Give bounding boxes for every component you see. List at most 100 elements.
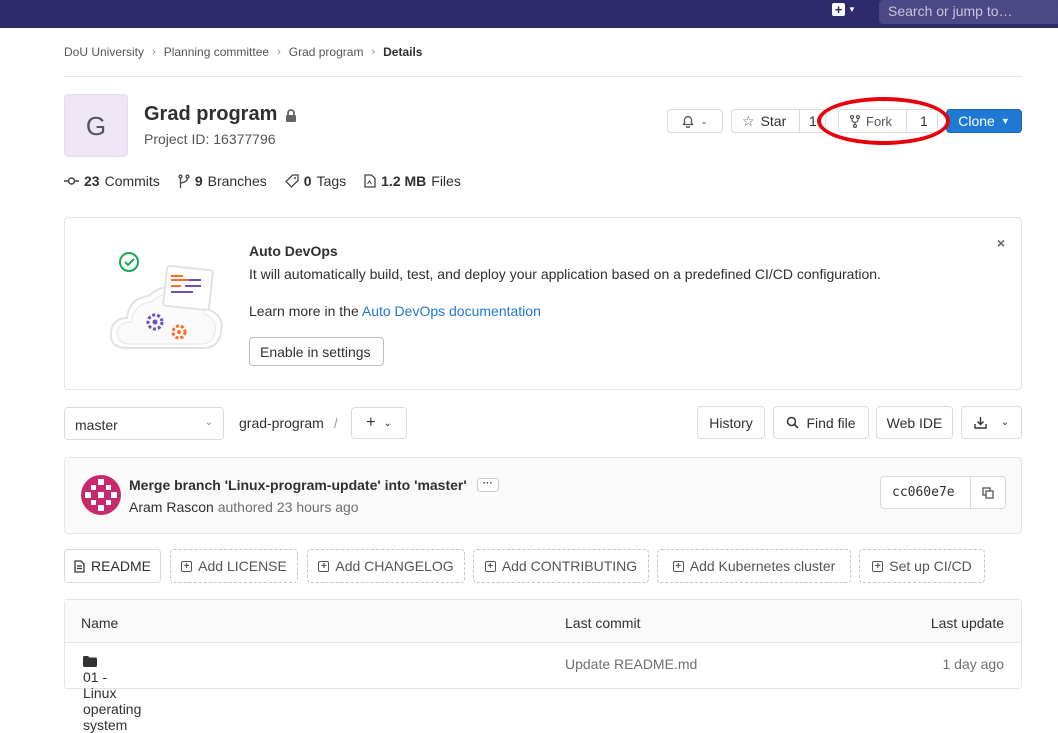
- add-contributing-button[interactable]: + Add CONTRIBUTING: [473, 549, 649, 583]
- devops-illustration: [109, 252, 223, 349]
- tags-count: 0: [303, 173, 312, 189]
- history-button[interactable]: History: [697, 406, 765, 439]
- banner-learn-more: Learn more in the Auto DevOps documentat…: [249, 303, 541, 319]
- plus-icon: +: [832, 3, 845, 16]
- commits-label: Commits: [104, 173, 160, 189]
- last-update-cell: 1 day ago: [942, 656, 1005, 672]
- plus-square-icon: +: [181, 560, 193, 572]
- bell-icon: [682, 115, 694, 128]
- banner-description: It will automatically build, test, and d…: [249, 266, 881, 282]
- breadcrumb-item[interactable]: Grad program: [289, 45, 364, 59]
- breadcrumb-current[interactable]: Details: [383, 45, 422, 59]
- enable-in-settings-button[interactable]: Enable in settings: [249, 337, 384, 366]
- path-separator: /: [333, 415, 338, 431]
- chevron-right-icon: ›: [371, 46, 376, 58]
- add-kubernetes-label: Add Kubernetes cluster: [689, 558, 836, 574]
- expand-commit-button[interactable]: ···: [476, 478, 499, 492]
- chevron-down-icon: ⌄: [1000, 417, 1010, 428]
- add-kubernetes-cluster-button[interactable]: + Add Kubernetes cluster: [657, 549, 851, 583]
- star-label: Star: [760, 113, 787, 129]
- commit-author-line: Aram Rascon authored 23 hours ago: [129, 499, 359, 515]
- star-button[interactable]: ☆ Star 1: [731, 109, 826, 133]
- download-button[interactable]: ⌄: [961, 406, 1022, 439]
- copy-icon: [982, 486, 994, 499]
- add-to-tree-button[interactable]: + ⌄: [351, 407, 407, 439]
- copy-sha-button[interactable]: [971, 477, 1005, 508]
- table-row[interactable]: 01 - Linux operating system Update READM…: [65, 643, 1021, 733]
- search-icon: [787, 416, 800, 429]
- readme-button[interactable]: README: [64, 549, 161, 583]
- tags-label: Tags: [316, 173, 347, 189]
- column-header-last-commit: Last commit: [565, 615, 641, 631]
- chevron-down-icon: ▼: [1000, 116, 1010, 126]
- commit-time: authored 23 hours ago: [213, 499, 359, 515]
- plus-square-icon: +: [484, 560, 496, 572]
- star-count[interactable]: 1: [800, 113, 817, 129]
- column-header-name: Name: [81, 615, 119, 631]
- repo-path-root[interactable]: grad-program: [239, 415, 324, 431]
- find-file-button[interactable]: Find file: [773, 406, 869, 439]
- commit-sha[interactable]: cc060e7e: [881, 477, 971, 508]
- tags-stat[interactable]: 0 Tags: [284, 173, 347, 189]
- add-changelog-button[interactable]: + Add CHANGELOG: [307, 549, 465, 583]
- close-icon[interactable]: ×: [997, 235, 1005, 251]
- commit-author[interactable]: Aram Rascon: [129, 499, 214, 515]
- breadcrumb: DoU University › Planning committee › Gr…: [64, 45, 422, 59]
- files-stat[interactable]: 1.2 MB Files: [364, 173, 461, 189]
- folder-name: 01 - Linux operating system: [83, 669, 142, 733]
- breadcrumb-item[interactable]: DoU University: [64, 45, 144, 59]
- fork-icon: [850, 114, 860, 128]
- add-license-label: Add LICENSE: [198, 558, 287, 574]
- star-icon: ☆: [742, 112, 755, 129]
- auto-devops-docs-link[interactable]: Auto DevOps documentation: [362, 303, 541, 319]
- clone-button[interactable]: Clone ▼: [946, 109, 1022, 133]
- learn-more-prefix: Learn more in the: [249, 303, 362, 319]
- chevron-down-icon: ▼: [848, 5, 856, 14]
- breadcrumb-item[interactable]: Planning committee: [164, 45, 269, 59]
- chevron-right-icon: ›: [152, 46, 156, 58]
- setup-cicd-button[interactable]: + Set up CI/CD: [859, 549, 985, 583]
- file-name-cell[interactable]: 01 - Linux operating system: [83, 656, 141, 733]
- add-contributing-label: Add CONTRIBUTING: [501, 558, 638, 574]
- branch-icon: [178, 174, 190, 188]
- add-license-button[interactable]: + Add LICENSE: [170, 549, 298, 583]
- setup-cicd-label: Set up CI/CD: [889, 558, 972, 574]
- files-label: Files: [431, 173, 461, 189]
- last-commit-cell[interactable]: Update README.md: [565, 656, 697, 672]
- auto-devops-banner: Auto DevOps It will automatically build,…: [64, 217, 1022, 390]
- page-title: Grad program: [144, 103, 297, 126]
- history-label: History: [709, 414, 753, 431]
- chevron-down-icon: ⌄: [204, 417, 213, 428]
- new-item-dropdown[interactable]: + ▼: [832, 3, 856, 16]
- plus-square-icon: +: [672, 560, 684, 572]
- banner-title: Auto DevOps: [249, 243, 338, 259]
- file-icon: [74, 559, 85, 573]
- plus-square-icon: +: [318, 560, 330, 572]
- fork-button[interactable]: Fork 1: [838, 109, 938, 133]
- search-input[interactable]: Search or jump to…: [879, 0, 1058, 24]
- tag-icon: [284, 174, 299, 188]
- top-navbar: + ▼ Search or jump to…: [0, 0, 1058, 28]
- commits-stat[interactable]: 23 Commits: [64, 173, 160, 189]
- branch-selector[interactable]: master ⌄: [64, 407, 224, 440]
- commits-count: 23: [84, 173, 100, 189]
- lock-icon: [286, 109, 297, 122]
- notification-settings-button[interactable]: ⌄: [667, 109, 723, 133]
- fork-count[interactable]: 1: [907, 113, 928, 129]
- last-commit-panel: Merge branch 'Linux-program-update' into…: [64, 457, 1022, 534]
- clone-label: Clone: [958, 113, 995, 129]
- table-header: Name Last commit Last update: [65, 600, 1021, 643]
- fork-label: Fork: [866, 113, 892, 129]
- branches-stat[interactable]: 9 Branches: [178, 173, 267, 189]
- project-id: Project ID: 16377796: [144, 131, 276, 147]
- project-name: Grad program: [144, 103, 278, 125]
- commit-sha-group: cc060e7e: [880, 476, 1006, 509]
- avatar[interactable]: [81, 475, 121, 515]
- commit-title-link[interactable]: Merge branch 'Linux-program-update' into…: [129, 477, 467, 493]
- plus-icon: +: [366, 414, 376, 431]
- web-ide-label: Web IDE: [886, 414, 943, 431]
- branch-name: master: [75, 417, 118, 433]
- divider: [64, 76, 1022, 77]
- chevron-right-icon: ›: [277, 46, 281, 58]
- web-ide-button[interactable]: Web IDE: [876, 406, 953, 439]
